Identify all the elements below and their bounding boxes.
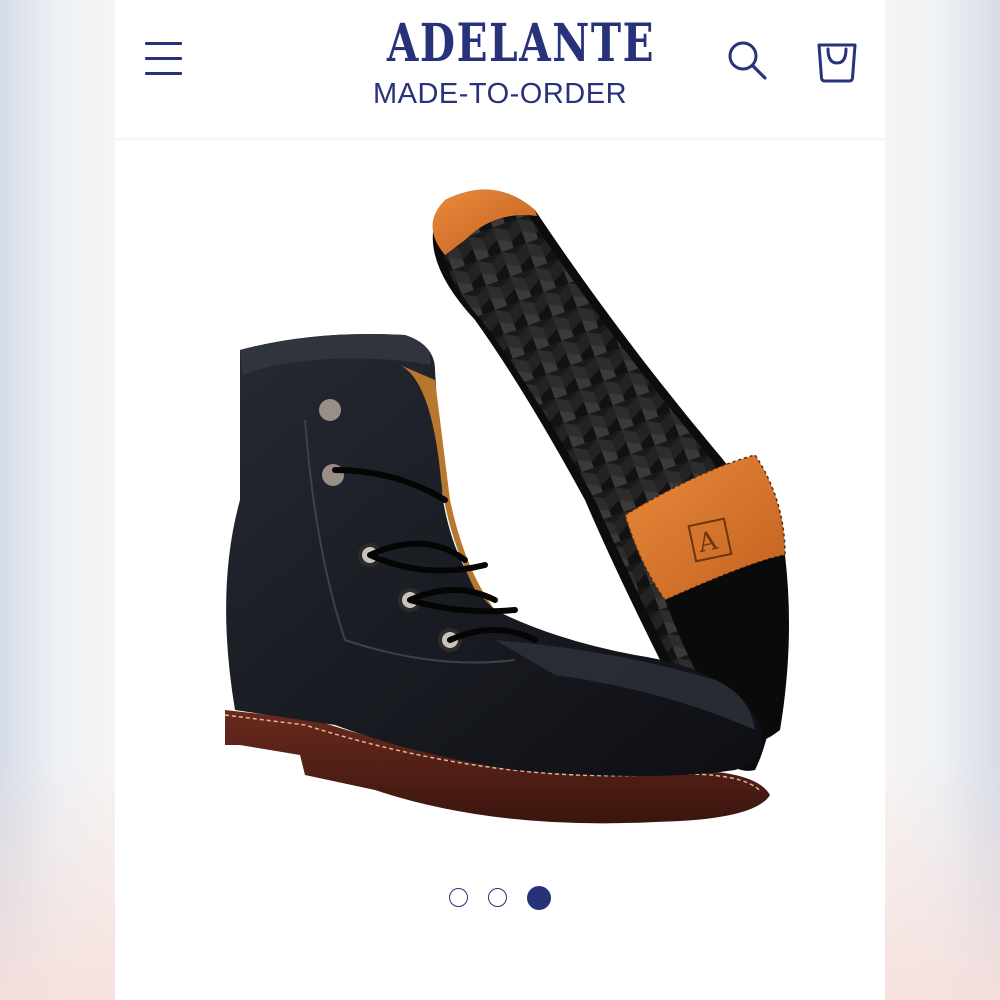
carousel-dot-3-active[interactable]: [527, 886, 551, 910]
site-header: ADELANTE MADE-TO-ORDER: [115, 0, 885, 138]
brand-name: ADELANTE: [386, 13, 656, 74]
carousel-dot-2[interactable]: [488, 888, 507, 907]
search-icon: [728, 41, 767, 80]
brand-tagline: MADE-TO-ORDER: [372, 78, 628, 110]
right-edge-blur: [885, 760, 1000, 1000]
cart-button[interactable]: [812, 36, 862, 86]
search-button[interactable]: [725, 38, 771, 84]
hamburger-menu-icon: [145, 42, 182, 45]
boot-photo: A: [224, 189, 789, 824]
carousel-pagination: [115, 886, 885, 912]
carousel-dot-1[interactable]: [449, 888, 468, 907]
menu-button[interactable]: [143, 38, 185, 80]
brand-logo[interactable]: ADELANTE MADE-TO-ORDER: [355, 10, 656, 110]
left-edge-blur: [0, 760, 115, 1000]
header-divider: [115, 138, 885, 142]
shopping-bag-icon: [817, 43, 857, 83]
mobile-page: ADELANTE MADE-TO-ORDER A: [115, 0, 885, 1000]
product-image[interactable]: A: [195, 170, 815, 850]
